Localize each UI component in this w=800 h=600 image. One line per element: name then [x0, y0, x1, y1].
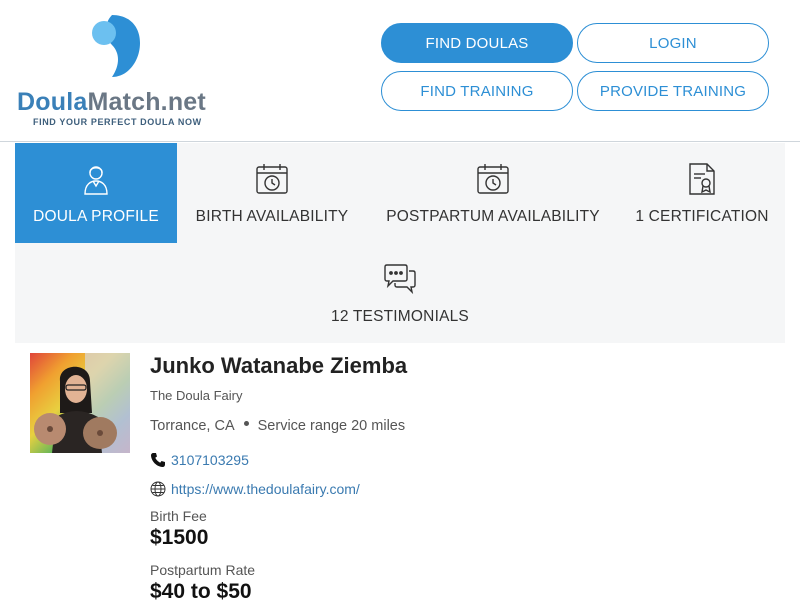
site-header: DoulaMatch.net FIND YOUR PERFECT DOULA N…: [0, 0, 800, 142]
tab-birth-availability[interactable]: BIRTH AVAILABILITY: [177, 143, 367, 243]
logo-icon[interactable]: [90, 13, 142, 79]
birth-fee-label: Birth Fee: [150, 508, 207, 524]
phone-link[interactable]: 3107103295: [150, 452, 249, 468]
globe-icon: [150, 481, 166, 497]
find-doulas-button[interactable]: FIND DOULAS: [381, 23, 573, 63]
location-line: Torrance, CA Service range 20 miles: [150, 418, 405, 434]
phone-icon: [151, 453, 165, 467]
tab-testimonials[interactable]: 12 TESTIMONIALS: [300, 243, 500, 343]
tab-label: BIRTH AVAILABILITY: [195, 208, 349, 225]
logo-tagline: FIND YOUR PERFECT DOULA NOW: [33, 117, 202, 127]
find-training-button[interactable]: FIND TRAINING: [381, 71, 573, 111]
website-link[interactable]: https://www.thedoulafairy.com/: [150, 481, 360, 497]
certificate-icon: [684, 161, 720, 197]
calendar-clock-icon: [254, 161, 290, 197]
tab-label: 12 TESTIMONIALS: [331, 308, 469, 325]
provide-training-button[interactable]: PROVIDE TRAINING: [577, 71, 769, 111]
doula-profile-icon: [78, 161, 114, 197]
tab-label: POSTPARTUM AVAILABILITY: [386, 208, 600, 225]
tab-postpartum-availability[interactable]: POSTPARTUM AVAILABILITY: [367, 143, 619, 243]
logo-wordmark[interactable]: DoulaMatch.net: [17, 88, 206, 117]
service-range: Service range 20 miles: [257, 418, 406, 434]
calendar-clock-icon: [475, 161, 511, 197]
login-button[interactable]: LOGIN: [577, 23, 769, 63]
doula-name: Junko Watanabe Ziemba: [150, 353, 408, 378]
chat-bubbles-icon: [382, 261, 418, 297]
location: Torrance, CA: [150, 418, 235, 434]
tab-label: DOULA PROFILE: [33, 208, 159, 225]
phone-number: 3107103295: [171, 452, 249, 468]
business-name: The Doula Fairy: [150, 388, 243, 403]
tab-certification[interactable]: 1 CERTIFICATION: [619, 143, 785, 243]
doula-photo: [30, 353, 130, 453]
separator-dot: [243, 420, 249, 426]
profile-tabs: DOULA PROFILE BIRTH AVAILABILITY POSTPAR: [15, 143, 785, 343]
birth-fee-value: $1500: [150, 526, 209, 549]
logo-word-1: Doula: [17, 88, 88, 116]
postpartum-rate-label: Postpartum Rate: [150, 562, 256, 578]
website-url: https://www.thedoulafairy.com/: [171, 481, 360, 497]
logo-word-2: Match.net: [87, 88, 206, 116]
tab-doula-profile[interactable]: DOULA PROFILE: [15, 143, 177, 243]
tab-label: 1 CERTIFICATION: [635, 208, 769, 225]
postpartum-rate-value: $40 to $50: [150, 580, 252, 600]
